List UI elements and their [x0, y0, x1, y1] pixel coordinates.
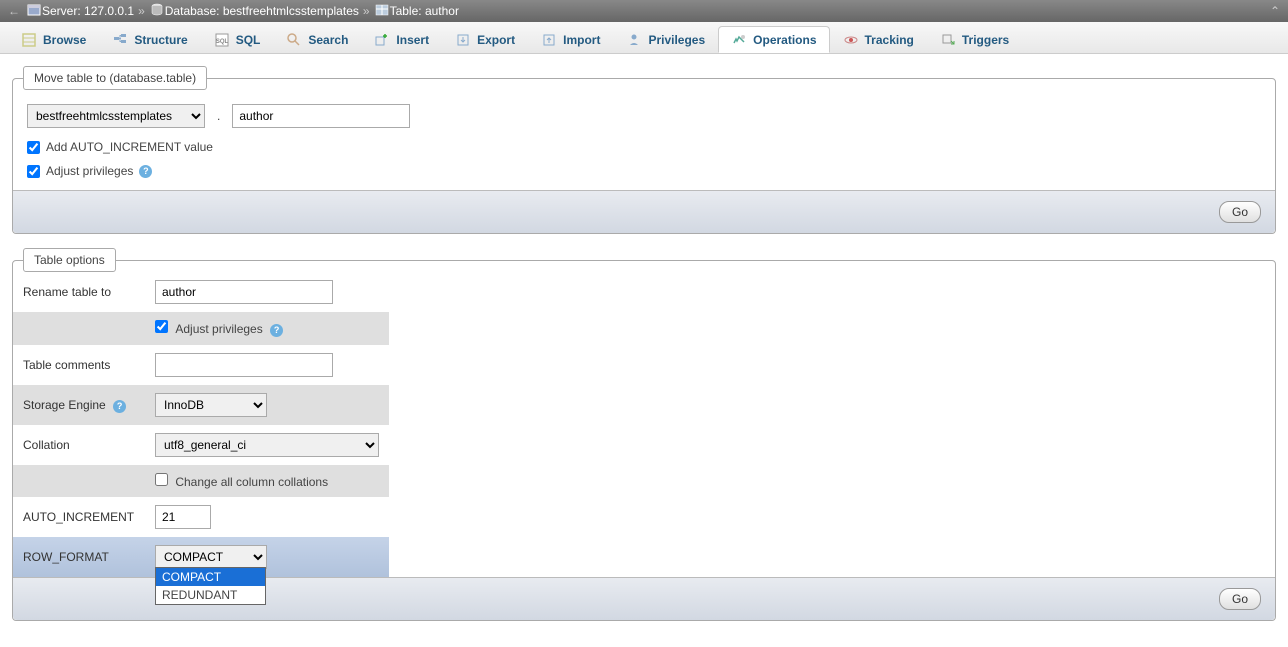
- table-options-go-button[interactable]: Go: [1219, 588, 1261, 610]
- import-icon: [541, 32, 557, 48]
- adjust-privileges-checkbox[interactable]: [27, 165, 40, 178]
- privileges-icon: [626, 32, 642, 48]
- tab-label: Export: [477, 33, 515, 47]
- rename-table-label: Rename table to: [13, 272, 145, 312]
- collapse-icon[interactable]: ⌃: [1270, 4, 1280, 18]
- breadcrumb-database[interactable]: bestfreehtmlcsstemplates: [223, 4, 359, 18]
- tab-label: Insert: [396, 33, 429, 47]
- server-icon: [26, 2, 42, 21]
- change-collations-label[interactable]: Change all column collations: [175, 475, 328, 489]
- tab-insert[interactable]: Insert: [361, 26, 442, 53]
- tracking-icon: [843, 32, 859, 48]
- breadcrumb: ← Server: 127.0.0.1 » Database: bestfree…: [0, 0, 1288, 22]
- back-arrow-icon[interactable]: ←: [8, 4, 20, 18]
- tab-label: Tracking: [865, 33, 914, 47]
- operations-icon: [731, 32, 747, 48]
- collation-select[interactable]: utf8_general_ci: [155, 433, 379, 457]
- database-icon: [149, 2, 165, 21]
- tab-sql[interactable]: SQL SQL: [201, 26, 274, 53]
- tab-search[interactable]: Search: [273, 26, 361, 53]
- tab-triggers[interactable]: Triggers: [927, 26, 1022, 53]
- tab-operations[interactable]: Operations: [718, 26, 829, 53]
- row-format-label: ROW_FORMAT: [13, 537, 145, 577]
- row-format-option-compact[interactable]: COMPACT: [156, 568, 265, 586]
- tab-privileges[interactable]: Privileges: [613, 26, 718, 53]
- move-database-select[interactable]: bestfreehtmlcsstemplates: [27, 104, 205, 128]
- tab-tracking[interactable]: Tracking: [830, 26, 927, 53]
- move-table-go-button[interactable]: Go: [1219, 201, 1261, 223]
- tab-label: Search: [308, 33, 348, 47]
- row-format-option-redundant[interactable]: REDUNDANT: [156, 586, 265, 604]
- tab-structure[interactable]: Structure: [99, 26, 200, 53]
- storage-engine-label: Storage Engine: [23, 398, 106, 412]
- collation-label: Collation: [13, 425, 145, 465]
- move-table-legend: Move table to (database.table): [23, 66, 207, 90]
- tab-browse[interactable]: Browse: [8, 26, 99, 53]
- add-auto-increment-checkbox[interactable]: [27, 141, 40, 154]
- export-icon: [455, 32, 471, 48]
- tab-bar: Browse Structure SQL SQL Search Insert E…: [0, 22, 1288, 54]
- auto-increment-label: AUTO_INCREMENT: [13, 497, 145, 537]
- options-adjust-privileges-label[interactable]: Adjust privileges: [175, 322, 262, 336]
- insert-icon: [374, 32, 390, 48]
- help-icon[interactable]: ?: [113, 400, 126, 413]
- breadcrumb-server[interactable]: 127.0.0.1: [84, 4, 134, 18]
- table-comments-input[interactable]: [155, 353, 333, 377]
- tab-export[interactable]: Export: [442, 26, 528, 53]
- breadcrumb-separator: »: [138, 4, 145, 18]
- row-format-select[interactable]: COMPACT: [155, 545, 267, 569]
- tab-label: SQL: [236, 33, 261, 47]
- table-label: Table:: [390, 4, 422, 18]
- breadcrumb-separator: »: [363, 4, 370, 18]
- tab-label: Structure: [134, 33, 187, 47]
- triggers-icon: [940, 32, 956, 48]
- rename-table-input[interactable]: [155, 280, 333, 304]
- table-options-legend: Table options: [23, 248, 116, 272]
- breadcrumb-table[interactable]: author: [425, 4, 459, 18]
- help-icon[interactable]: ?: [139, 165, 152, 178]
- search-icon: [286, 32, 302, 48]
- sql-icon: SQL: [214, 32, 230, 48]
- help-icon[interactable]: ?: [270, 324, 283, 337]
- row-format-dropdown: COMPACT REDUNDANT: [155, 567, 266, 605]
- move-table-name-input[interactable]: [232, 104, 410, 128]
- server-label: Server:: [42, 4, 81, 18]
- database-label: Database:: [165, 4, 220, 18]
- svg-text:SQL: SQL: [216, 39, 229, 45]
- tab-label: Privileges: [648, 33, 705, 47]
- dot-separator: .: [217, 109, 220, 123]
- browse-icon: [21, 32, 37, 48]
- move-table-fieldset: Move table to (database.table) bestfreeh…: [12, 66, 1276, 234]
- table-options-fieldset: Table options Rename table to Adjust pri…: [12, 248, 1276, 621]
- tab-label: Triggers: [962, 33, 1009, 47]
- add-auto-increment-label[interactable]: Add AUTO_INCREMENT value: [46, 140, 213, 154]
- tab-label: Browse: [43, 33, 86, 47]
- change-collations-checkbox[interactable]: [155, 473, 168, 486]
- tab-import[interactable]: Import: [528, 26, 613, 53]
- tab-label: Import: [563, 33, 600, 47]
- tab-label: Operations: [753, 33, 816, 47]
- structure-icon: [112, 32, 128, 48]
- table-icon: [374, 2, 390, 21]
- storage-engine-select[interactable]: InnoDB: [155, 393, 267, 417]
- adjust-privileges-label[interactable]: Adjust privileges: [46, 164, 133, 178]
- options-adjust-privileges-checkbox[interactable]: [155, 320, 168, 333]
- table-comments-label: Table comments: [13, 345, 145, 385]
- auto-increment-input[interactable]: [155, 505, 211, 529]
